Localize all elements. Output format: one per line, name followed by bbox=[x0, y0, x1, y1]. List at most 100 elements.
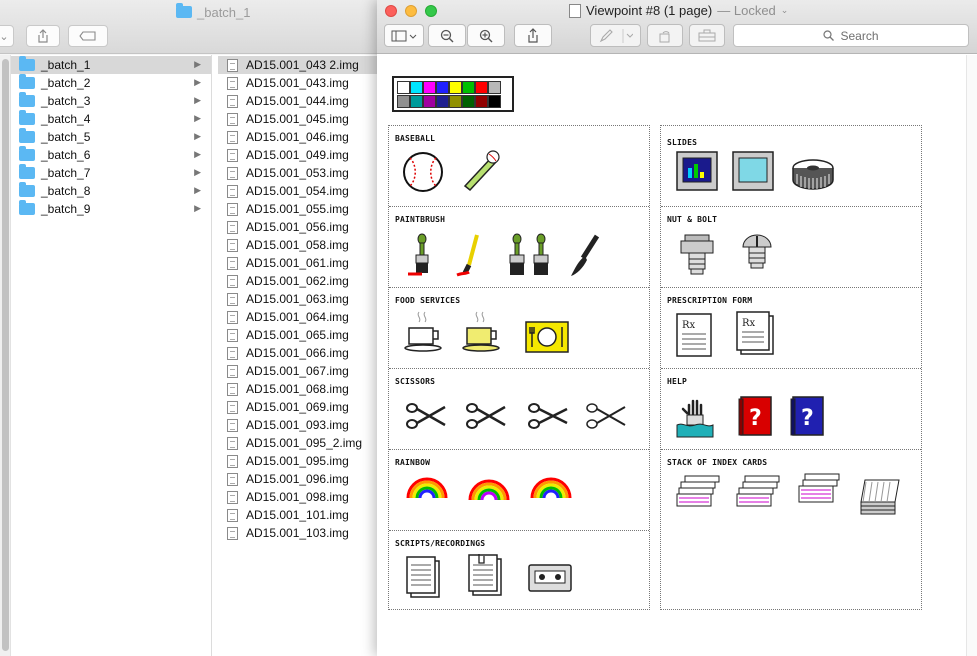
disk-image-icon bbox=[227, 418, 238, 432]
disk-image-icon bbox=[227, 76, 238, 90]
zoom-out-button[interactable] bbox=[428, 24, 466, 47]
folder-column: _batch_1 ▶ _batch_2 ▶ _batch_3 ▶ _batch_4 ▶ _bat… bbox=[0, 55, 212, 656]
palette-row bbox=[397, 81, 509, 94]
disk-image-icon bbox=[227, 472, 238, 486]
finder-titlebar: _batch_1 ⌄ bbox=[0, 0, 400, 54]
view-options-button[interactable]: ⌄ bbox=[0, 25, 14, 47]
window-title-text: Viewpoint #8 (1 page) bbox=[586, 3, 713, 18]
disk-image-icon bbox=[227, 220, 238, 234]
file-item-label: AD15.001_061.img bbox=[246, 256, 349, 270]
palette-swatch bbox=[488, 81, 501, 94]
disclosure-arrow-icon: ▶ bbox=[194, 185, 201, 195]
folder-icon bbox=[19, 146, 35, 161]
section-label: PRESCRIPTION FORM bbox=[667, 296, 753, 305]
search-input[interactable]: Search bbox=[733, 24, 969, 47]
folder-item[interactable]: _batch_7 ▶ bbox=[11, 164, 211, 182]
file-column: AD15.001_043 2.img AD15.001_043.img AD15.0… bbox=[212, 55, 418, 656]
folder-icon bbox=[19, 110, 35, 125]
palette-swatch bbox=[410, 81, 423, 94]
section-label: BASEBALL bbox=[395, 134, 436, 143]
script-pages-icon bbox=[406, 556, 440, 598]
folder-item[interactable]: _batch_9 ▶ bbox=[11, 200, 211, 218]
section-prescription-form: PRESCRIPTION FORM Rx Rx bbox=[661, 288, 921, 369]
palette-swatch bbox=[423, 81, 436, 94]
palette-row bbox=[397, 95, 509, 108]
disclosure-arrow-icon: ▶ bbox=[194, 203, 201, 213]
rotate-button[interactable] bbox=[647, 24, 683, 47]
disk-image-icon bbox=[227, 346, 238, 360]
paintbrush-icon bbox=[408, 233, 429, 276]
slide-chart-icon bbox=[676, 151, 718, 191]
folder-item[interactable]: _batch_4 ▶ bbox=[11, 110, 211, 128]
folder-item[interactable]: _batch_5 ▶ bbox=[11, 128, 211, 146]
folder-item-label: _batch_5 bbox=[41, 130, 91, 144]
folder-icon bbox=[19, 200, 35, 215]
chevron-down-icon[interactable]: ⌄ bbox=[781, 5, 789, 16]
palette-swatch bbox=[436, 95, 449, 108]
scrollbar[interactable] bbox=[0, 55, 11, 656]
folder-icon bbox=[19, 164, 35, 179]
file-item-label: AD15.001_056.img bbox=[246, 220, 349, 234]
section-label: HELP bbox=[667, 377, 688, 386]
sidebar-toggle-button[interactable] bbox=[384, 24, 424, 47]
zoom-button[interactable] bbox=[425, 5, 437, 17]
disclosure-arrow-icon: ▶ bbox=[194, 167, 201, 177]
disk-image-icon bbox=[227, 94, 238, 108]
disclosure-arrow-icon: ▶ bbox=[194, 95, 201, 105]
palette-swatch bbox=[449, 95, 462, 108]
file-item-label: AD15.001_063.img bbox=[246, 292, 349, 306]
file-item-label: AD15.001_062.img bbox=[246, 274, 349, 288]
finder-title-text: _batch_1 bbox=[197, 4, 251, 20]
palette-swatch bbox=[397, 81, 410, 94]
tags-button[interactable] bbox=[68, 25, 108, 47]
folder-item[interactable]: _batch_3 ▶ bbox=[11, 92, 211, 110]
screw-icon bbox=[742, 234, 772, 269]
markup-button[interactable] bbox=[590, 24, 641, 47]
locked-status[interactable]: — Locked bbox=[717, 3, 776, 18]
toolbox-button[interactable] bbox=[689, 24, 725, 47]
minimize-button[interactable] bbox=[405, 5, 417, 17]
scrollbar-thumb[interactable] bbox=[2, 59, 9, 651]
rainbow-icon bbox=[530, 477, 572, 499]
clipart-panel-right: SLIDES NUT & BOLT PRESCRIPTION FORM Rx R… bbox=[660, 125, 922, 610]
rotate-icon bbox=[659, 30, 670, 42]
file-item-label: AD15.001_068.img bbox=[246, 382, 349, 396]
folder-item[interactable]: _batch_8 ▶ bbox=[11, 182, 211, 200]
file-item-label: AD15.001_043 2.img bbox=[246, 58, 359, 72]
folder-item[interactable]: _batch_2 ▶ bbox=[11, 74, 211, 92]
file-item-label: AD15.001_046.img bbox=[246, 130, 349, 144]
section-nut-bolt: NUT & BOLT bbox=[661, 207, 921, 288]
section-label: NUT & BOLT bbox=[667, 215, 718, 224]
share-button[interactable] bbox=[514, 24, 552, 47]
palette-swatch bbox=[475, 81, 488, 94]
disclosure-arrow-icon: ▶ bbox=[194, 77, 201, 87]
drowning-hand-icon bbox=[676, 399, 714, 438]
cassette-tape-icon bbox=[528, 564, 572, 592]
file-item-label: AD15.001_095.img bbox=[246, 454, 349, 468]
share-button[interactable] bbox=[26, 25, 60, 47]
section-label: STACK OF INDEX CARDS bbox=[667, 458, 768, 467]
help-book-red-icon: ? bbox=[738, 396, 772, 436]
coffee-cup-icon bbox=[404, 311, 442, 352]
question-mark: ? bbox=[801, 406, 814, 431]
rx-symbol: Rx bbox=[682, 320, 696, 331]
index-cards-icon bbox=[798, 473, 840, 503]
index-cards-icon bbox=[736, 475, 780, 507]
folder-item-label: _batch_8 bbox=[41, 184, 91, 198]
folder-item[interactable]: _batch_1 ▶ bbox=[11, 56, 211, 74]
folder-item[interactable]: _batch_6 ▶ bbox=[11, 146, 211, 164]
document-page: BASEBALL PAINTBRUSH FOOD SERVICES SCISSO… bbox=[377, 55, 966, 656]
section-label: SCISSORS bbox=[395, 377, 436, 386]
close-button[interactable] bbox=[385, 5, 397, 17]
help-book-blue-icon: ? bbox=[790, 396, 824, 436]
file-item-label: AD15.001_043.img bbox=[246, 76, 349, 90]
disk-image-icon bbox=[227, 112, 238, 126]
slide-blank-icon bbox=[732, 151, 774, 191]
zoom-in-button[interactable] bbox=[467, 24, 505, 47]
section-label: FOOD SERVICES bbox=[395, 296, 461, 305]
folder-icon bbox=[176, 3, 192, 18]
disk-image-icon bbox=[227, 436, 238, 450]
scrollbar[interactable] bbox=[966, 55, 977, 656]
palette-swatch bbox=[462, 95, 475, 108]
file-item-label: AD15.001_098.img bbox=[246, 490, 349, 504]
